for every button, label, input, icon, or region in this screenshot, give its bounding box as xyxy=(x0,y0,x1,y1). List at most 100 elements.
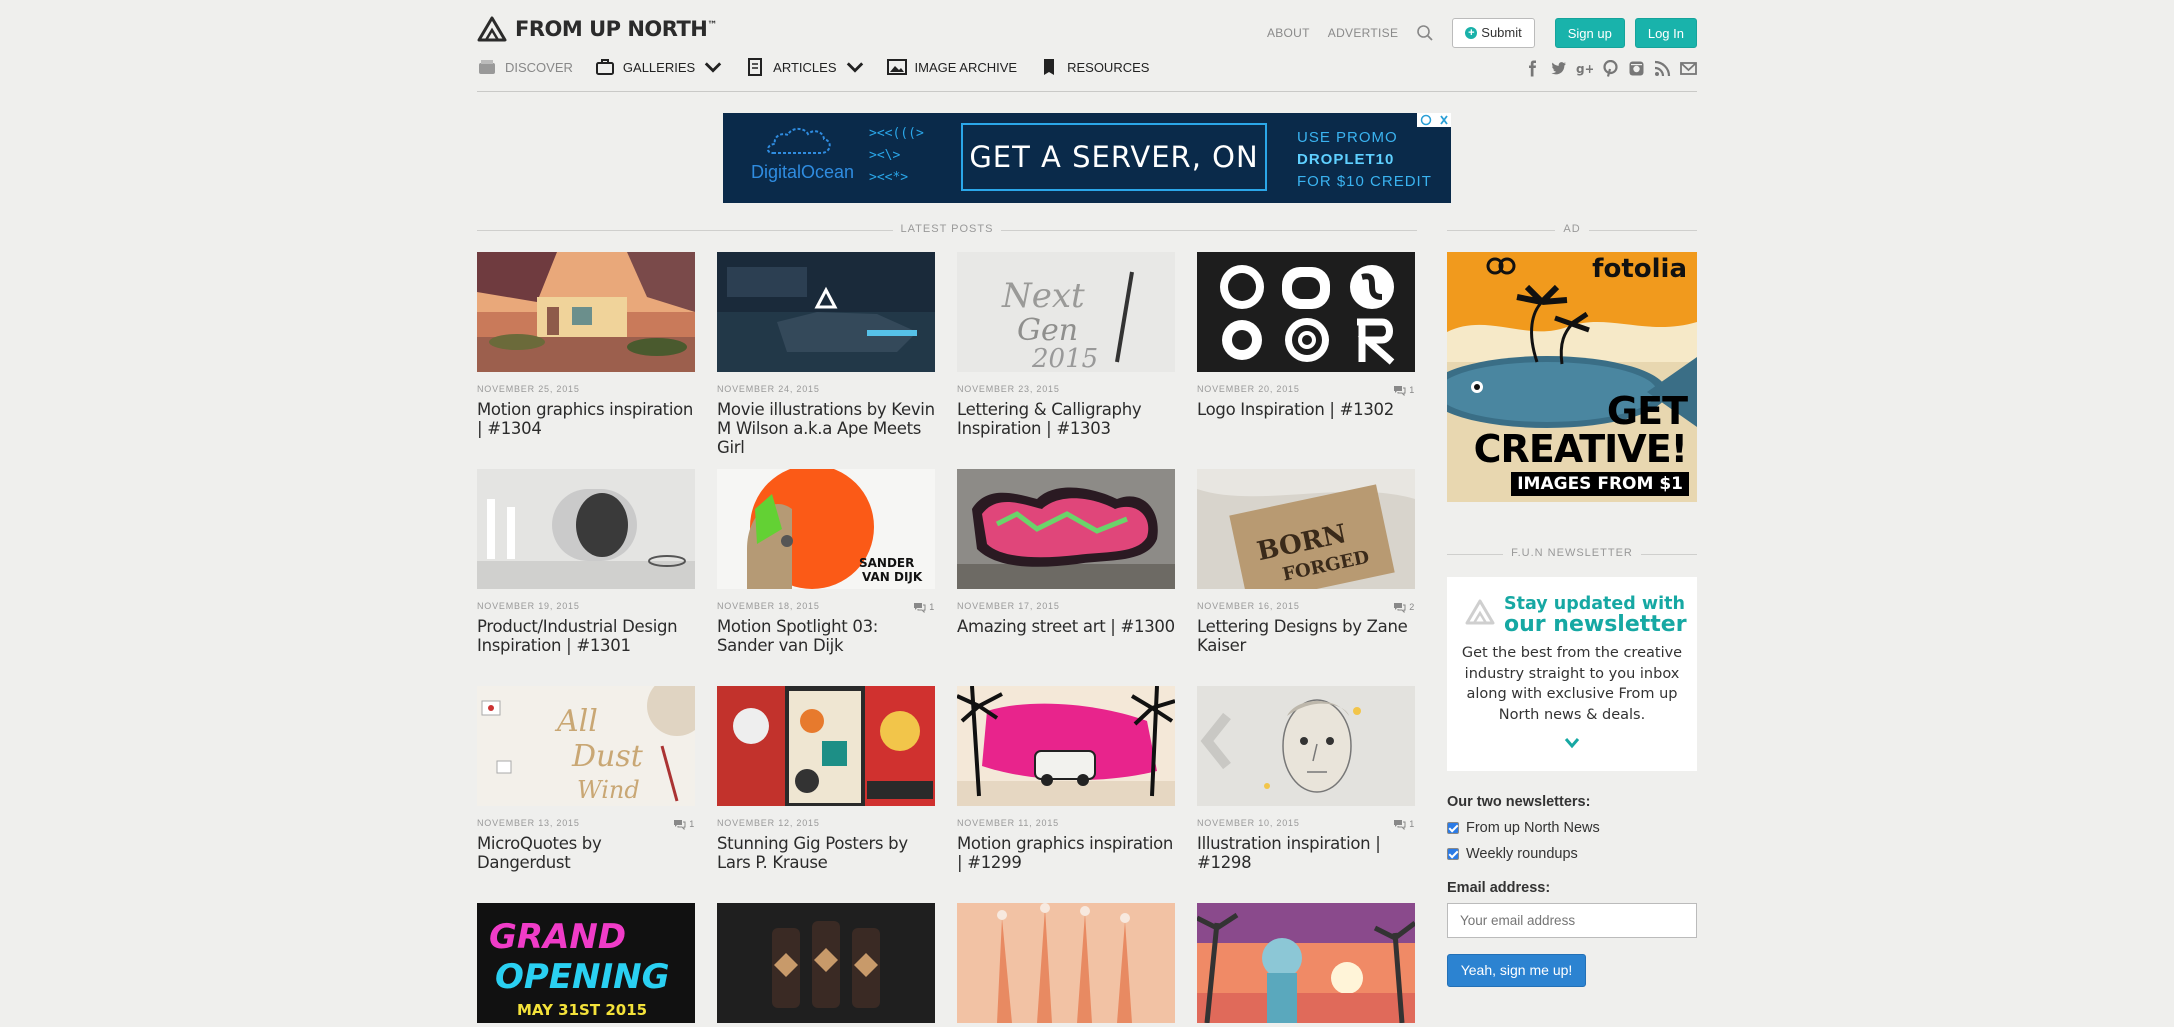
option-weekly-roundups-label: Weekly roundups xyxy=(1466,846,1578,862)
ad-get-creative: GET CREATIVE! xyxy=(1474,392,1688,468)
mail-icon[interactable] xyxy=(1680,60,1697,77)
option-weekly-roundups[interactable]: Weekly roundups xyxy=(1447,846,1578,862)
post-thumbnail[interactable] xyxy=(717,686,935,806)
post-thumbnail[interactable] xyxy=(1197,686,1415,806)
google-plus-icon[interactable]: g+ xyxy=(1576,60,1595,77)
post-thumbnail[interactable] xyxy=(957,469,1175,589)
post-thumbnail[interactable]: BORN FORGED xyxy=(1197,469,1415,589)
post-title[interactable]: MicroQuotes by Dangerdust xyxy=(477,834,695,872)
comment-count[interactable]: 1 xyxy=(1393,818,1415,830)
comments-icon xyxy=(1394,819,1406,830)
nav-image-archive[interactable]: IMAGE ARCHIVE xyxy=(886,58,1017,76)
post-thumbnail[interactable] xyxy=(1197,903,1415,1023)
chevron-down-icon xyxy=(704,62,722,73)
post-card[interactable] xyxy=(1197,903,1415,1023)
signup-button[interactable]: Sign up xyxy=(1554,18,1625,48)
post-thumbnail[interactable] xyxy=(1197,252,1415,372)
post-card[interactable]: GRAND OPENING MAY 31ST 2015 xyxy=(477,903,695,1023)
nav-discover[interactable]: DISCOVER xyxy=(477,58,573,76)
digitalocean-ad-banner[interactable]: DigitalOcean ><<(((> ><\> ><<*> GET A SE… xyxy=(723,113,1451,203)
post-card[interactable] xyxy=(957,903,1175,1023)
post-title[interactable]: Motion Spotlight 03: Sander van Dijk xyxy=(717,617,935,655)
post-title[interactable]: Logo Inspiration | #1302 xyxy=(1197,400,1415,419)
chevron-down-icon xyxy=(1564,738,1580,749)
comment-count[interactable]: 1 xyxy=(913,601,935,613)
pinterest-icon[interactable] xyxy=(1602,59,1619,77)
comments-icon xyxy=(914,602,926,613)
post-card[interactable]: NOVEMBER 25, 2015 Motion graphics inspir… xyxy=(477,252,695,438)
post-title[interactable]: Movie illustrations by Kevin M Wilson a.… xyxy=(717,400,935,457)
post-title[interactable]: Product/Industrial Design Inspiration | … xyxy=(477,617,695,655)
post-title[interactable]: Motion graphics inspiration | #1299 xyxy=(957,834,1175,872)
post-card[interactable]: BORN FORGED NOVEMBER 16, 2015 2 Letterin… xyxy=(1197,469,1415,655)
post-thumbnail[interactable] xyxy=(717,252,935,372)
search-icon[interactable] xyxy=(1416,24,1434,42)
logo-trademark: ™ xyxy=(707,20,717,31)
post-card[interactable]: NOVEMBER 11, 2015 Motion graphics inspir… xyxy=(957,686,1175,872)
post-date: NOVEMBER 12, 2015 xyxy=(717,818,820,828)
post-date: NOVEMBER 20, 2015 xyxy=(1197,384,1300,394)
post-title[interactable]: Amazing street art | #1300 xyxy=(957,617,1175,636)
post-thumbnail[interactable] xyxy=(477,469,695,589)
checkbox-fun-news[interactable] xyxy=(1447,822,1459,834)
newsletter-heading-label: F.U.N NEWSLETTER xyxy=(1503,547,1641,559)
post-card[interactable]: Next Gen 2015 NOVEMBER 23, 2015 Letterin… xyxy=(957,252,1175,438)
post-card[interactable]: NOVEMBER 17, 2015 Amazing street art | #… xyxy=(957,469,1175,636)
checkbox-weekly-roundups[interactable] xyxy=(1447,848,1459,860)
post-thumbnail[interactable] xyxy=(957,686,1175,806)
comments-icon xyxy=(1394,385,1406,396)
post-title[interactable]: Lettering Designs by Zane Kaiser xyxy=(1197,617,1415,655)
twitter-icon[interactable] xyxy=(1550,60,1567,77)
nav-galleries[interactable]: GALLERIES xyxy=(595,58,723,76)
cloud-icon xyxy=(767,127,831,154)
post-thumbnail[interactable] xyxy=(717,903,935,1023)
fotolia-ad[interactable]: fotolia GET CREATIVE! IMAGES FROM $1 xyxy=(1447,252,1697,502)
post-card[interactable]: NOVEMBER 20, 2015 1 Logo Inspiration | #… xyxy=(1197,252,1415,419)
post-card[interactable]: NOVEMBER 19, 2015 Product/Industrial Des… xyxy=(477,469,695,655)
submit-button[interactable]: + Submit xyxy=(1452,18,1535,48)
promo-line-3: FOR $10 CREDIT xyxy=(1297,173,1432,190)
promo-code: DROPLET10 xyxy=(1297,151,1395,168)
post-card[interactable]: NOVEMBER 10, 2015 1 Illustration inspira… xyxy=(1197,686,1415,872)
comment-count[interactable]: 2 xyxy=(1393,601,1415,613)
nav-articles[interactable]: ARTICLES xyxy=(745,58,864,76)
post-card[interactable]: NOVEMBER 12, 2015 Stunning Gig Posters b… xyxy=(717,686,935,872)
post-thumbnail[interactable] xyxy=(477,252,695,372)
briefcase-icon xyxy=(595,59,614,75)
post-thumbnail[interactable]: All Dust Wind xyxy=(477,686,695,806)
post-date: NOVEMBER 18, 2015 xyxy=(717,601,820,611)
post-title[interactable]: Stunning Gig Posters by Lars P. Krause xyxy=(717,834,935,872)
post-thumbnail[interactable]: Next Gen 2015 xyxy=(957,252,1175,372)
post-thumbnail[interactable]: SANDER VAN DIJK xyxy=(717,469,935,589)
comment-count[interactable]: 1 xyxy=(673,818,695,830)
newsletter-signup-button[interactable]: Yeah, sign me up! xyxy=(1447,954,1586,987)
plus-circle-icon: + xyxy=(1465,27,1478,39)
nav-galleries-label: GALLERIES xyxy=(622,59,696,75)
post-title[interactable]: Illustration inspiration | #1298 xyxy=(1197,834,1415,872)
login-button[interactable]: Log In xyxy=(1634,18,1697,48)
post-thumbnail[interactable] xyxy=(957,903,1175,1023)
post-thumbnail[interactable]: GRAND OPENING MAY 31ST 2015 xyxy=(477,903,695,1023)
comment-count[interactable]: 1 xyxy=(1393,384,1415,396)
post-title[interactable]: Motion graphics inspiration | #1304 xyxy=(477,400,695,438)
email-field[interactable] xyxy=(1447,903,1697,938)
nav-resources[interactable]: RESOURCES xyxy=(1039,58,1149,76)
post-date: NOVEMBER 19, 2015 xyxy=(477,601,580,611)
about-link[interactable]: ABOUT xyxy=(1267,26,1310,40)
banner-cta: GET A SERVER, ON US xyxy=(961,123,1267,191)
newsletter-heading: F.U.N NEWSLETTER xyxy=(1447,547,1697,561)
post-card[interactable] xyxy=(717,903,935,1023)
post-card[interactable]: SANDER VAN DIJK NOVEMBER 18, 2015 1 Moti… xyxy=(717,469,935,655)
option-fun-news[interactable]: From up North News xyxy=(1447,820,1600,836)
adchoices-icon[interactable] xyxy=(1417,113,1451,127)
post-title[interactable]: Lettering & Calligraphy Inspiration | #1… xyxy=(957,400,1175,438)
facebook-icon[interactable] xyxy=(1524,60,1541,77)
site-logo[interactable]: FROM UP NORTH™ xyxy=(477,16,717,42)
newsletter-title: Stay updated with our newsletter xyxy=(1504,595,1687,636)
post-card[interactable]: All Dust Wind NOVEMBER 13, 2015 1 MicroQ… xyxy=(477,686,695,872)
post-card[interactable]: NOVEMBER 24, 2015 Movie illustrations by… xyxy=(717,252,935,457)
instagram-icon[interactable] xyxy=(1628,60,1645,77)
thumb-grand-text: GRAND xyxy=(489,917,626,957)
advertise-link[interactable]: ADVERTISE xyxy=(1328,26,1399,40)
rss-icon[interactable] xyxy=(1654,60,1671,77)
